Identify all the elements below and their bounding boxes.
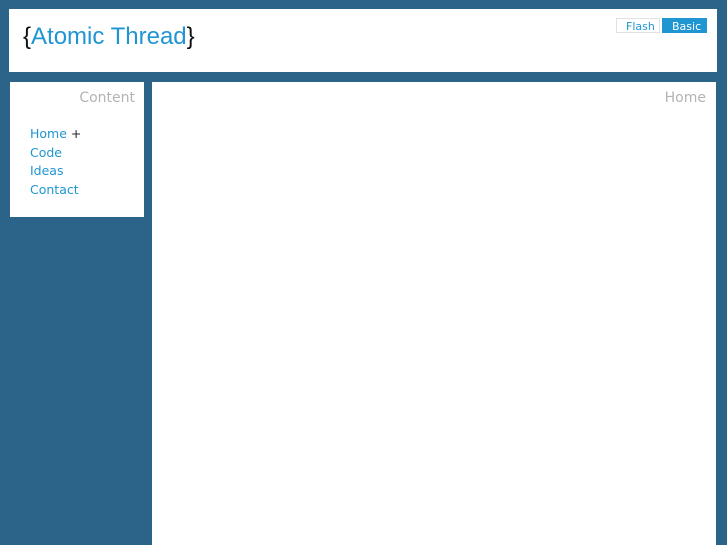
site-header: {Atomic Thread} Flash Basic — [9, 9, 717, 72]
flash-mode-button[interactable]: Flash — [616, 18, 660, 33]
site-title: {Atomic Thread} — [23, 22, 195, 52]
site-title-link[interactable]: Atomic Thread — [31, 23, 187, 50]
mode-switch: Flash Basic — [616, 18, 707, 33]
main-content-panel: Home — [152, 82, 716, 545]
nav-link-contact[interactable]: Contact — [30, 182, 79, 197]
basic-mode-button[interactable]: Basic — [662, 18, 707, 33]
title-brace-open: { — [23, 23, 32, 50]
nav-link-ideas[interactable]: Ideas — [30, 163, 63, 178]
sidebar-item-home: Home + — [30, 125, 81, 144]
sidebar-item-contact: Contact — [30, 181, 81, 200]
title-brace-close: } — [186, 23, 195, 50]
nav-link-home[interactable]: Home — [30, 126, 67, 141]
sidebar-panel: Content Home + Code Ideas Contact — [10, 82, 144, 217]
expand-marker[interactable]: + — [71, 126, 81, 141]
page-title: Home — [664, 90, 706, 106]
nav-link-code[interactable]: Code — [30, 145, 62, 160]
sidebar-heading: Content — [79, 90, 135, 106]
sidebar-nav: Home + Code Ideas Contact — [30, 125, 81, 199]
sidebar-item-ideas: Ideas — [30, 162, 81, 181]
sidebar-item-code: Code — [30, 144, 81, 163]
